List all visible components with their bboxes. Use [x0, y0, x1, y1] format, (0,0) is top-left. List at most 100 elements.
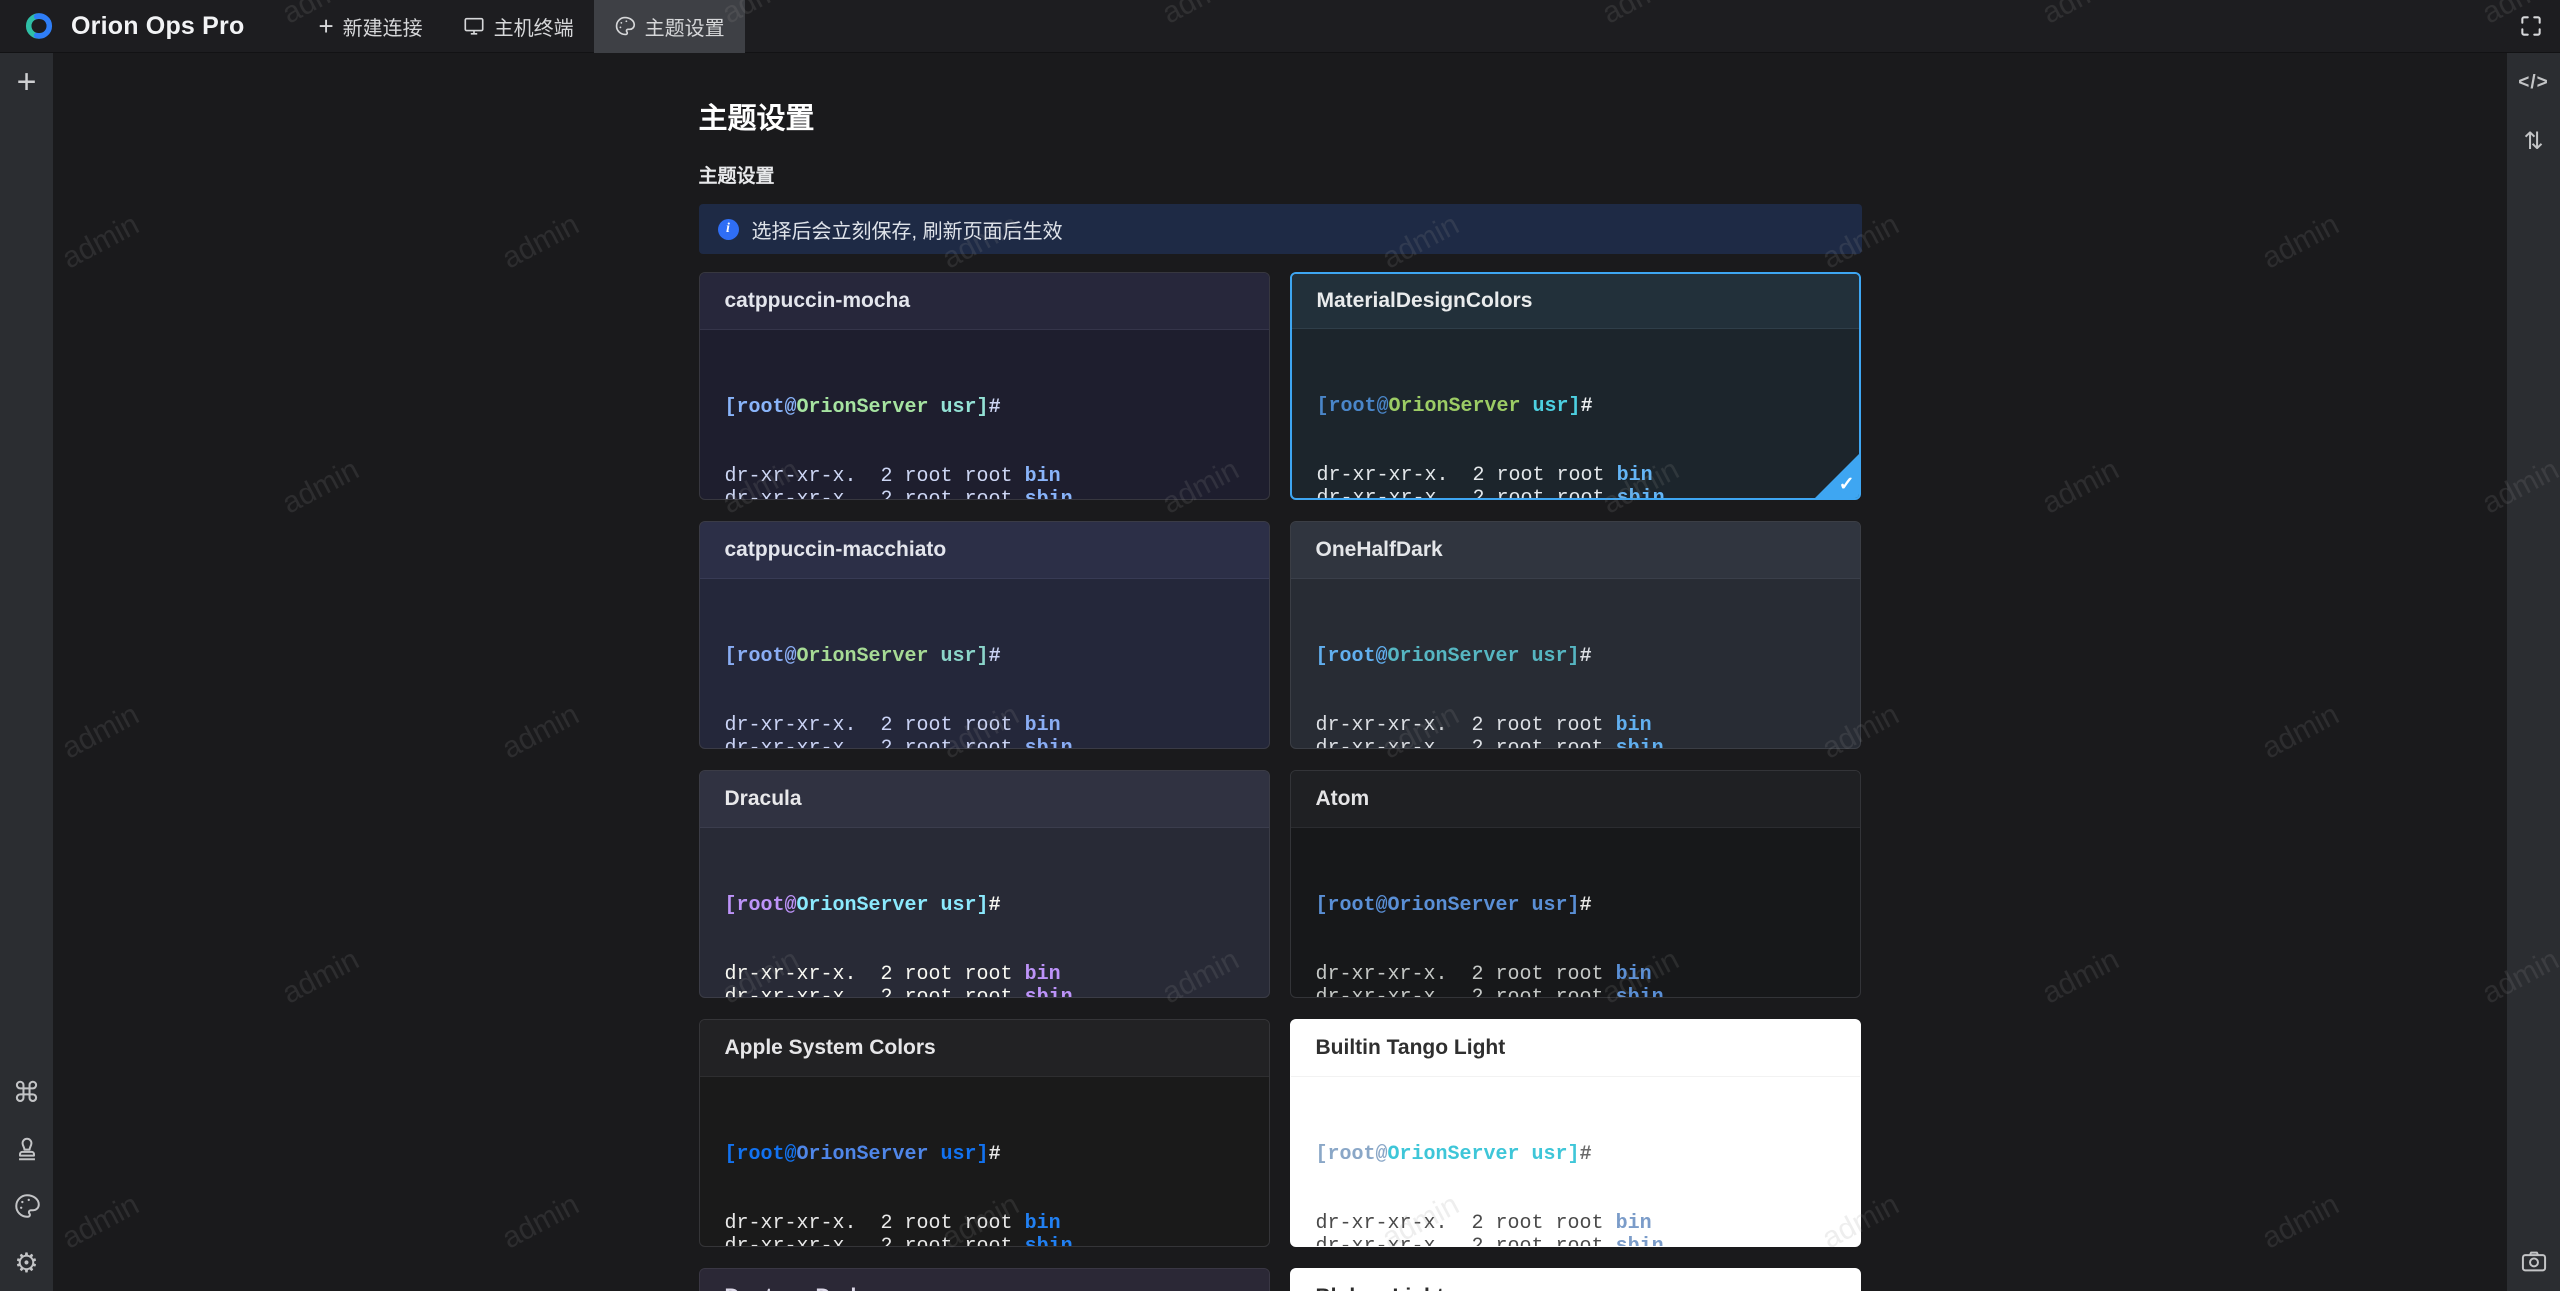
- theme-card-header: Dracula: [700, 771, 1269, 828]
- terminal-line: dr-xr-xr-x. 2 root root bin: [725, 714, 1244, 737]
- code-view-button[interactable]: </>: [2518, 67, 2550, 99]
- palette-icon: [13, 1192, 41, 1220]
- section-title: 主题设置: [699, 161, 1862, 188]
- terminal-preview: [root@OrionServer usr]# dr-xr-xr-x. 2 ro…: [1291, 828, 1860, 998]
- stamp-icon: [13, 1135, 41, 1163]
- theme-card[interactable]: BlulocoLight [root@OrionServer usr]# dr-…: [1290, 1268, 1861, 1291]
- plus-icon: +: [318, 16, 333, 36]
- stamp-button[interactable]: [11, 1133, 43, 1165]
- info-icon: i: [718, 219, 739, 240]
- sort-button[interactable]: ⇅: [2518, 125, 2550, 157]
- terminal-line: dr-xr-xr-x. 2 root root bin: [1316, 1212, 1835, 1235]
- terminal-prompt-line: [root@OrionServer usr]#: [1316, 645, 1835, 668]
- theme-card-header: Builtin Tango Light: [1291, 1020, 1860, 1077]
- terminal-line: dr-xr-xr-x. 2 root root sbin: [1316, 986, 1835, 998]
- theme-card[interactable]: Builtin Tango Light [root@OrionServer us…: [1290, 1019, 1861, 1247]
- palette-icon: [614, 15, 636, 37]
- monitor-icon: [463, 15, 485, 37]
- fullscreen-icon[interactable]: [2518, 13, 2544, 39]
- settings-button[interactable]: ⚙: [11, 1247, 43, 1279]
- tab-label: 主机终端: [494, 12, 574, 41]
- left-sidebar: + ⌘ ⚙: [0, 53, 53, 1291]
- theme-name: catppuccin-macchiato: [725, 538, 947, 562]
- command-icon: ⌘: [13, 1076, 41, 1109]
- theme-card[interactable]: MaterialDesignColors [root@OrionServer u…: [1290, 272, 1861, 500]
- theme-grid: catppuccin-mocha [root@OrionServer usr]#…: [699, 272, 1862, 1291]
- selected-corner-badge: ✓: [1815, 454, 1859, 498]
- theme-card-header: Apple System Colors: [700, 1020, 1269, 1077]
- theme-card-header: catppuccin-macchiato: [700, 522, 1269, 579]
- terminal-line: dr-xr-xr-x. 2 root root sbin: [1317, 487, 1834, 500]
- terminal-line: dr-xr-xr-x. 2 root root sbin: [725, 1235, 1244, 1247]
- theme-card[interactable]: Atom [root@OrionServer usr]# dr-xr-xr-x.…: [1290, 770, 1861, 998]
- terminal-line: dr-xr-xr-x. 2 root root bin: [1316, 963, 1835, 986]
- terminal-line: dr-xr-xr-x. 2 root root bin: [1317, 464, 1834, 487]
- theme-card[interactable]: Dracula [root@OrionServer usr]# dr-xr-xr…: [699, 770, 1270, 998]
- check-icon: ✓: [1839, 473, 1855, 496]
- terminal-line: dr-xr-xr-x. 2 root root sbin: [1316, 737, 1835, 749]
- topbar: Orion Ops Pro + 新建连接 主机终端 主题设置: [0, 0, 2560, 53]
- terminal-line: dr-xr-xr-x. 2 root root sbin: [725, 488, 1244, 500]
- terminal-line: dr-xr-xr-x. 2 root root bin: [1316, 714, 1835, 737]
- terminal-preview: [root@OrionServer usr]# dr-xr-xr-x. 2 ro…: [1292, 329, 1859, 500]
- theme-card[interactable]: Apple System Colors [root@OrionServer us…: [699, 1019, 1270, 1247]
- tab-bar: + 新建连接 主机终端 主题设置: [298, 0, 744, 53]
- terminal-line: dr-xr-xr-x. 2 root root sbin: [1316, 1235, 1835, 1247]
- theme-name: Atom: [1316, 787, 1370, 811]
- gear-icon: ⚙: [14, 1248, 38, 1279]
- theme-card[interactable]: Duotone Dark [root@OrionServer usr]# dr-…: [699, 1268, 1270, 1291]
- sort-icon: ⇅: [2523, 127, 2543, 156]
- terminal-line: dr-xr-xr-x. 2 root root bin: [725, 465, 1244, 488]
- theme-name: OneHalfDark: [1316, 538, 1443, 562]
- terminal-preview: [root@OrionServer usr]# dr-xr-xr-x. 2 ro…: [1291, 579, 1860, 749]
- terminal-prompt-line: [root@OrionServer usr]#: [725, 396, 1244, 419]
- theme-name: Apple System Colors: [725, 1036, 936, 1060]
- terminal-line: dr-xr-xr-x. 2 root root bin: [725, 1212, 1244, 1235]
- terminal-preview: [root@OrionServer usr]# dr-xr-xr-x. 2 ro…: [700, 579, 1269, 749]
- app-logo-icon: [20, 7, 58, 45]
- theme-card[interactable]: OneHalfDark [root@OrionServer usr]# dr-x…: [1290, 521, 1861, 749]
- info-alert: i 选择后会立刻保存, 刷新页面后生效: [699, 204, 1862, 254]
- terminal-prompt-line: [root@OrionServer usr]#: [1316, 894, 1835, 917]
- terminal-prompt-line: [root@OrionServer usr]#: [725, 645, 1244, 668]
- theme-card-header: MaterialDesignColors: [1292, 274, 1859, 329]
- theme-card[interactable]: catppuccin-mocha [root@OrionServer usr]#…: [699, 272, 1270, 500]
- tab-label: 主题设置: [645, 12, 725, 41]
- theme-card-header: Atom: [1291, 771, 1860, 828]
- terminal-line: dr-xr-xr-x. 2 root root sbin: [725, 737, 1244, 749]
- camera-icon: [2519, 1247, 2549, 1275]
- add-connection-button[interactable]: +: [11, 66, 43, 98]
- main-content: 主题设置 主题设置 i 选择后会立刻保存, 刷新页面后生效 catppuccin…: [53, 53, 2507, 1291]
- app-name: Orion Ops Pro: [71, 12, 244, 41]
- theme-name: MaterialDesignColors: [1317, 289, 1533, 313]
- tab-label: 新建连接: [343, 12, 423, 41]
- theme-name: Builtin Tango Light: [1316, 1036, 1506, 1060]
- theme-name: Duotone Dark: [725, 1285, 863, 1291]
- code-icon: </>: [2518, 72, 2548, 94]
- tab-host-terminal[interactable]: 主机终端: [443, 0, 594, 53]
- terminal-preview: [root@OrionServer usr]# dr-xr-xr-x. 2 ro…: [700, 330, 1269, 500]
- info-alert-text: 选择后会立刻保存, 刷新页面后生效: [752, 215, 1063, 244]
- theme-card-header: catppuccin-mocha: [700, 273, 1269, 330]
- terminal-preview: [root@OrionServer usr]# dr-xr-xr-x. 2 ro…: [700, 828, 1269, 998]
- theme-name: Dracula: [725, 787, 802, 811]
- terminal-preview: [root@OrionServer usr]# dr-xr-xr-x. 2 ro…: [1291, 1077, 1860, 1247]
- terminal-preview: [root@OrionServer usr]# dr-xr-xr-x. 2 ro…: [700, 1077, 1269, 1247]
- theme-name: BlulocoLight: [1316, 1285, 1444, 1291]
- theme-card-header: OneHalfDark: [1291, 522, 1860, 579]
- tab-theme-settings[interactable]: 主题设置: [594, 0, 745, 53]
- terminal-line: dr-xr-xr-x. 2 root root sbin: [725, 986, 1244, 998]
- terminal-line: dr-xr-xr-x. 2 root root bin: [725, 963, 1244, 986]
- theme-button[interactable]: [11, 1190, 43, 1222]
- terminal-prompt-line: [root@OrionServer usr]#: [1317, 395, 1834, 418]
- tab-new-connection[interactable]: + 新建连接: [298, 0, 442, 53]
- theme-name: catppuccin-mocha: [725, 289, 911, 313]
- screenshot-button[interactable]: [2518, 1245, 2550, 1277]
- page-title: 主题设置: [699, 95, 1862, 137]
- theme-card-header: BlulocoLight: [1291, 1269, 1860, 1291]
- terminal-prompt-line: [root@OrionServer usr]#: [725, 894, 1244, 917]
- command-shortcuts-button[interactable]: ⌘: [11, 1076, 43, 1108]
- theme-card[interactable]: catppuccin-macchiato [root@OrionServer u…: [699, 521, 1270, 749]
- terminal-prompt-line: [root@OrionServer usr]#: [1316, 1143, 1835, 1166]
- plus-icon: +: [17, 67, 37, 97]
